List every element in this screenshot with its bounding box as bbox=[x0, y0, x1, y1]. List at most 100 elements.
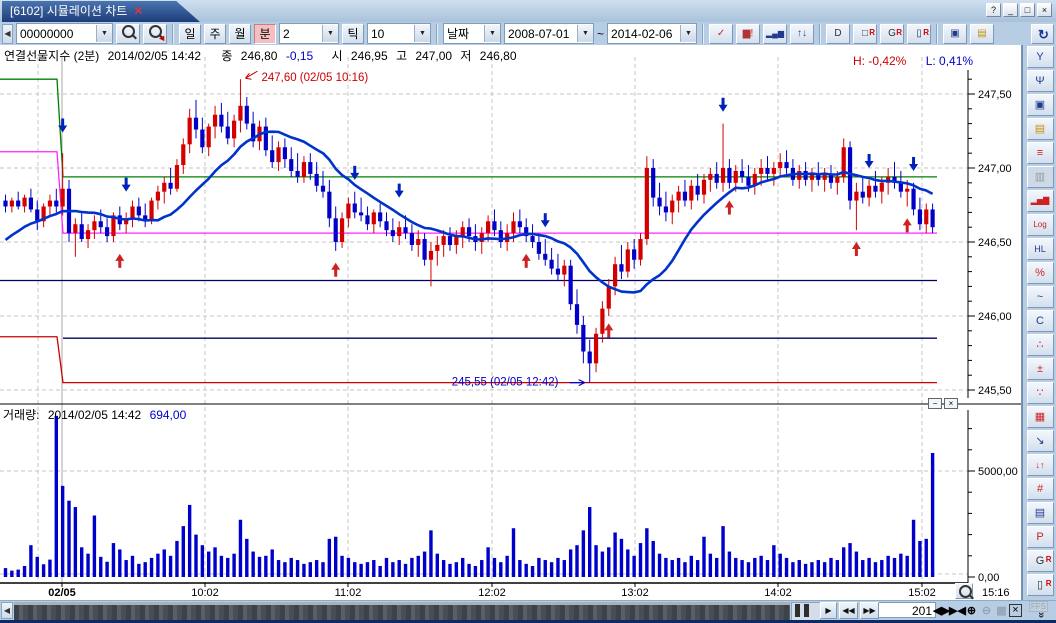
help-button[interactable]: ? bbox=[986, 3, 1001, 17]
grid-setting-icon[interactable]: # bbox=[1027, 478, 1054, 500]
indicator-bars-icon: ▆! bbox=[743, 28, 753, 39]
date-mode-combo[interactable]: 날짜 ▼ bbox=[443, 23, 501, 44]
close-box-icon[interactable]: × bbox=[1009, 604, 1022, 617]
window-controls: ?_□× bbox=[986, 3, 1052, 17]
expand-horizontal-icon[interactable]: ◀▶ bbox=[933, 602, 948, 619]
zoom-in-icon[interactable]: ⊕ bbox=[964, 602, 979, 619]
log-scale-icon[interactable]: Log bbox=[1027, 214, 1054, 236]
high-low-chart-icon[interactable]: HL bbox=[1027, 238, 1054, 260]
refresh-icon[interactable]: ↻ bbox=[1031, 24, 1054, 44]
date-to-combo[interactable]: 2014-02-06 ▼ bbox=[607, 23, 697, 44]
period-minute-button[interactable]: 분 bbox=[254, 24, 276, 44]
open-export-icon[interactable]: ▤ bbox=[970, 24, 994, 44]
tick-button[interactable]: 틱 bbox=[342, 24, 364, 44]
chevron-more-icon[interactable]: » bbox=[1035, 612, 1047, 618]
search-button[interactable] bbox=[116, 24, 140, 44]
tick-count-combo[interactable]: 10 ▼ bbox=[367, 23, 431, 44]
scroll-left-icon[interactable]: ◀ bbox=[1, 602, 13, 619]
chart-frame-icon: ▥ bbox=[1035, 171, 1045, 183]
toolbar-back-icon[interactable]: ◀ bbox=[2, 24, 13, 44]
data-overview-band[interactable] bbox=[14, 602, 790, 622]
grid-toggle-icon[interactable]: ▦ bbox=[994, 602, 1009, 619]
recall-screen-icon[interactable]: GR bbox=[1027, 550, 1054, 572]
copy-screen-icon: ▯ bbox=[1037, 579, 1043, 591]
object-tools-icon[interactable]: ▣ bbox=[1027, 94, 1054, 116]
close-button[interactable]: × bbox=[1037, 3, 1052, 17]
bar-type-icon: ▂▅▇ bbox=[1031, 196, 1049, 205]
price-line-style-icon[interactable]: ✓ bbox=[709, 24, 733, 44]
sort-updown-icon: ↑↓ bbox=[797, 28, 807, 39]
session-range-readout: H: -0,42% L: 0,41% bbox=[853, 54, 973, 68]
toolbar-separator bbox=[702, 24, 704, 44]
indicator-bars-icon[interactable]: ▆! bbox=[736, 24, 760, 44]
volume-bars-icon[interactable]: ▂▄▆ bbox=[763, 24, 787, 44]
percent-chart-icon[interactable]: % bbox=[1027, 262, 1054, 284]
point-figure-icon[interactable]: ∵ bbox=[1027, 382, 1054, 404]
chevron-down-icon[interactable]: ▼ bbox=[322, 25, 338, 42]
search-return-button[interactable]: ◄ bbox=[143, 24, 167, 44]
period-day-button[interactable]: 일 bbox=[179, 24, 201, 44]
load-chart-icon: ▤ bbox=[1035, 123, 1045, 135]
tab-close-icon[interactable]: ✕ bbox=[133, 4, 143, 18]
chevron-down-icon[interactable]: ▼ bbox=[484, 25, 500, 42]
play-button[interactable]: ▶ bbox=[820, 602, 837, 619]
slider-handle[interactable] bbox=[795, 604, 800, 617]
recall-chart-icon[interactable]: GR bbox=[880, 24, 904, 44]
symbol-combo[interactable]: 00000000 ▼ bbox=[16, 23, 113, 44]
collapse-horizontal-icon[interactable]: ▶◀ bbox=[949, 602, 964, 619]
rewind-button[interactable]: ◀◀ bbox=[839, 602, 858, 619]
fast-forward-button[interactable]: ▶▶ bbox=[860, 602, 879, 619]
svg-text:12:02: 12:02 bbox=[478, 587, 506, 599]
screen-view-icon[interactable]: □R bbox=[853, 24, 877, 44]
slider-handle[interactable] bbox=[804, 604, 809, 617]
chart-frame-icon[interactable]: ▥ bbox=[1027, 166, 1054, 188]
volume-label: 거래량: bbox=[3, 408, 39, 422]
period-month-button[interactable]: 월 bbox=[229, 24, 251, 44]
axis-zoom-button[interactable] bbox=[955, 583, 973, 599]
page-setup-icon[interactable]: P bbox=[1027, 526, 1054, 548]
close-line-chart-icon[interactable]: C bbox=[1027, 310, 1054, 332]
window-tab[interactable]: [6102] 시뮬레이션 차트✕ bbox=[2, 1, 200, 22]
chevron-down-icon[interactable]: ▼ bbox=[577, 25, 593, 42]
tool-edit-icon[interactable]: Ψ bbox=[1027, 70, 1054, 92]
price-line-style-icon: ✓ bbox=[717, 28, 725, 39]
zoom-out-icon[interactable]: ⊖ bbox=[979, 602, 994, 619]
red-cursor-icon: ◄ bbox=[157, 34, 166, 43]
trend-arrow-icon[interactable]: ↘ bbox=[1027, 430, 1054, 452]
period-week-button[interactable]: 주 bbox=[204, 24, 226, 44]
indicator-settings-icon[interactable]: ≡ bbox=[1027, 142, 1054, 164]
trend-arrow-icon: ↘ bbox=[1035, 435, 1044, 447]
price-volume-chart[interactable]: 247,60 (02/05 10:16)245,55 (02/05 12:42)… bbox=[0, 45, 1021, 600]
minute-interval-combo[interactable]: 2 ▼ bbox=[279, 23, 339, 44]
column-view-icon[interactable]: ▦ bbox=[1027, 406, 1054, 428]
copy-screen-icon[interactable]: ▯R bbox=[1027, 574, 1054, 596]
duplicate-window-icon: D bbox=[834, 28, 841, 39]
change-value: -0,15 bbox=[286, 49, 313, 63]
percent-chart-icon: % bbox=[1035, 267, 1045, 279]
svg-text:5000,00: 5000,00 bbox=[978, 466, 1018, 478]
pane-close-button[interactable]: × bbox=[944, 398, 958, 409]
bar-type-icon[interactable]: ▂▅▇ bbox=[1027, 190, 1054, 212]
maximize-button[interactable]: □ bbox=[1020, 3, 1035, 17]
point-chart-icon[interactable]: ∴ bbox=[1027, 334, 1054, 356]
pane-minimize-button[interactable]: − bbox=[928, 398, 942, 409]
chevron-down-icon[interactable]: ▼ bbox=[414, 25, 430, 42]
line-chart-icon[interactable]: ~ bbox=[1027, 286, 1054, 308]
volume-bars bbox=[4, 416, 935, 577]
low-label: 저 bbox=[460, 49, 471, 63]
load-chart-icon[interactable]: ▤ bbox=[1027, 118, 1054, 140]
chevron-down-icon[interactable]: ▼ bbox=[96, 25, 112, 42]
print-icon[interactable]: ▤ bbox=[1027, 502, 1054, 524]
duplicate-window-icon[interactable]: D bbox=[826, 24, 850, 44]
bar-count-input[interactable] bbox=[878, 602, 936, 618]
plus-minus-chart-icon[interactable]: ± bbox=[1027, 358, 1054, 380]
range-slider[interactable] bbox=[791, 602, 821, 621]
date-from-combo[interactable]: 2008-07-01 ▼ bbox=[504, 23, 594, 44]
chart-settings-icon[interactable]: Y bbox=[1027, 46, 1054, 68]
sort-updown-icon[interactable]: ↑↓ bbox=[790, 24, 814, 44]
invert-scale-icon[interactable]: ↓↑ bbox=[1027, 454, 1054, 476]
copy-chart-icon[interactable]: ▯R bbox=[907, 24, 931, 44]
save-icon[interactable]: ▣ bbox=[943, 24, 967, 44]
chevron-down-icon[interactable]: ▼ bbox=[680, 25, 696, 42]
minimize-button[interactable]: _ bbox=[1003, 3, 1018, 17]
